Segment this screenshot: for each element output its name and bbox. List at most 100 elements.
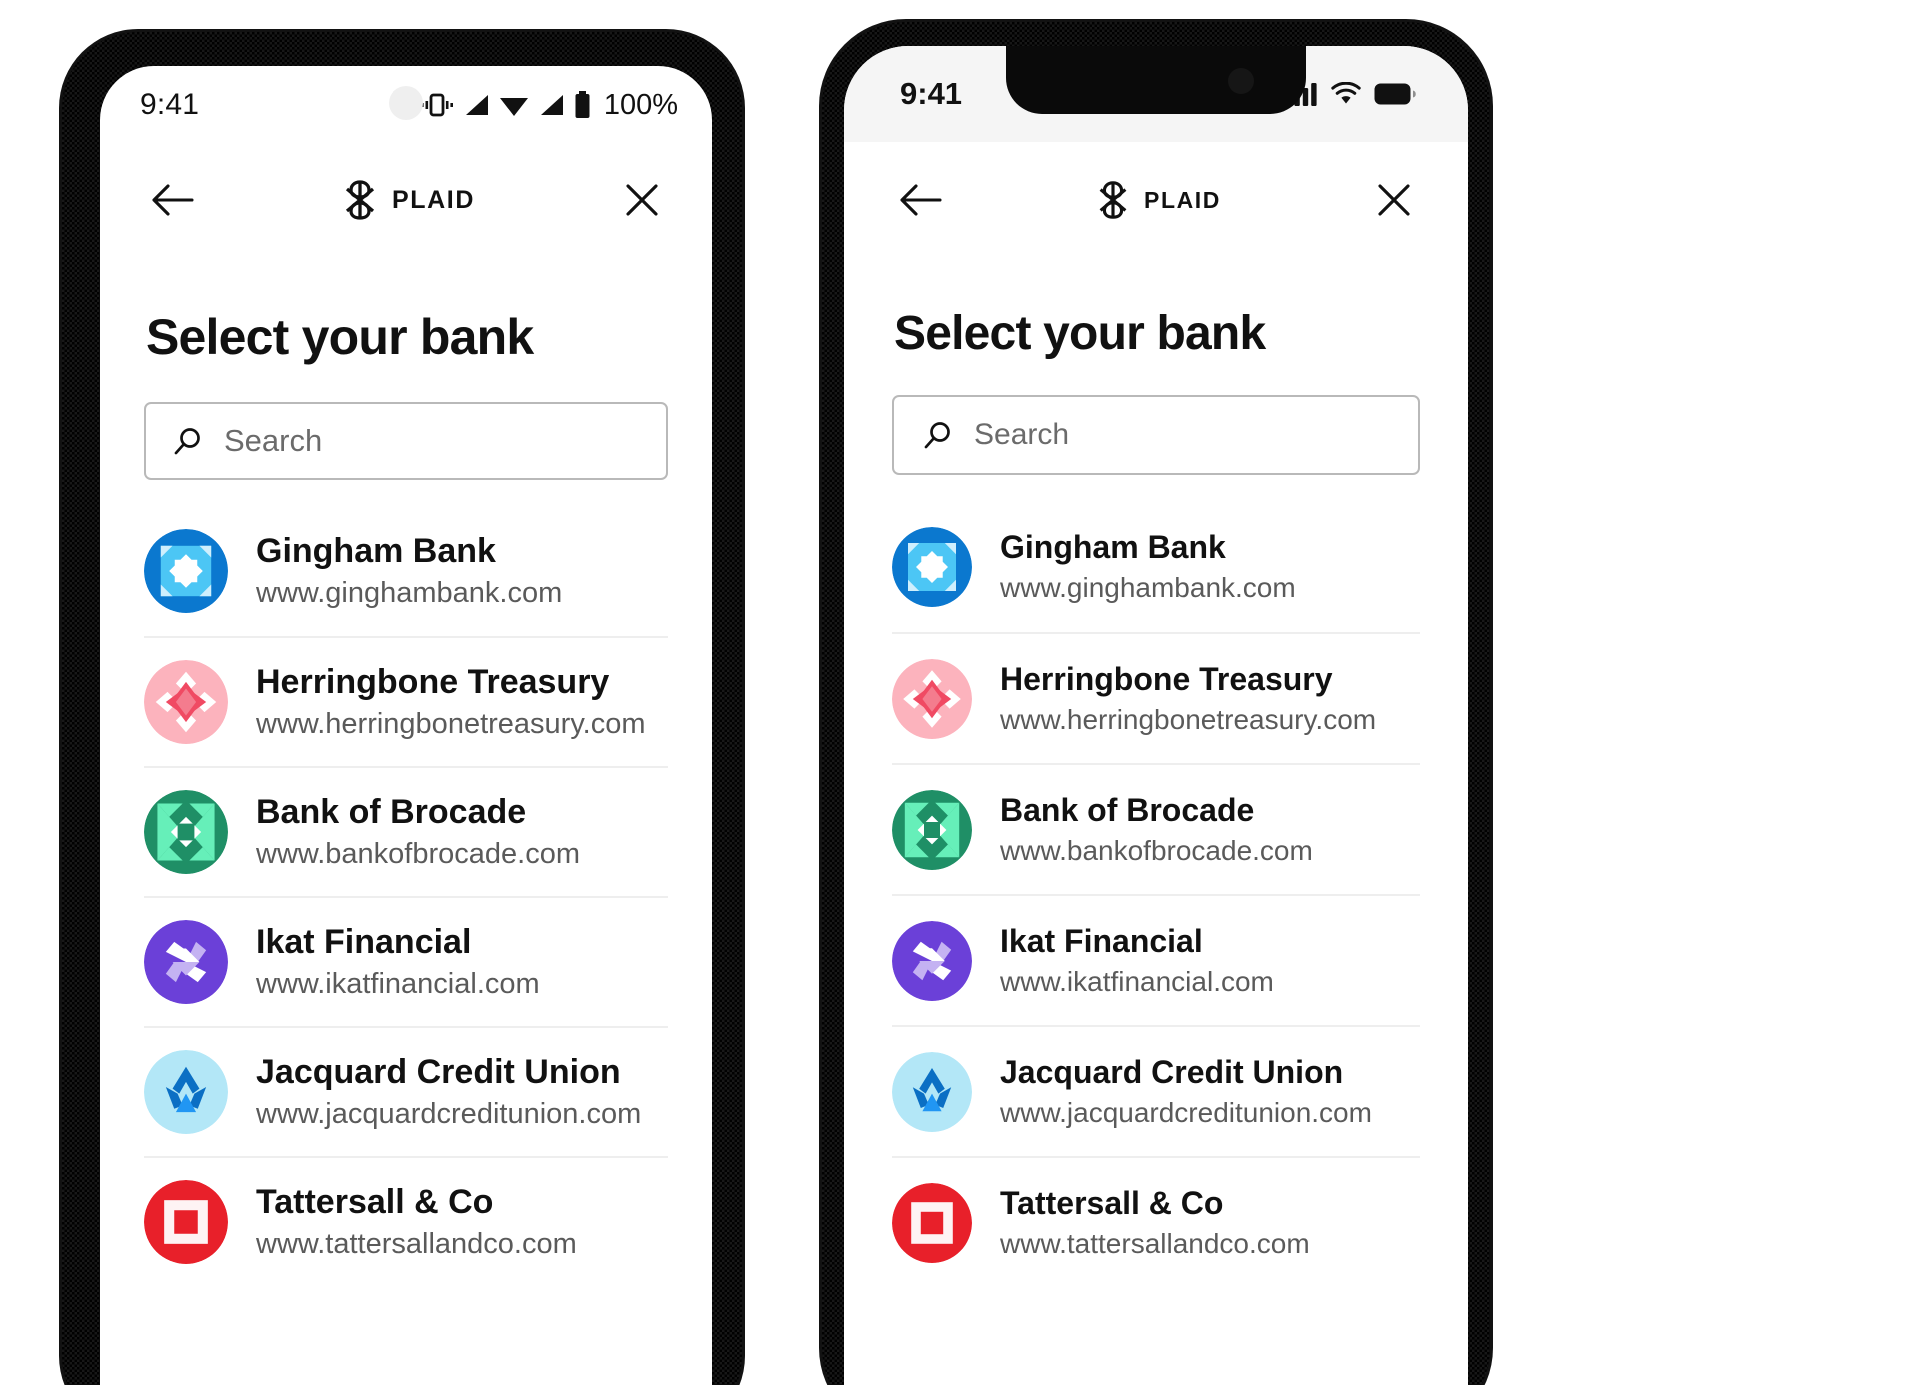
bank-list-item[interactable]: Gingham Bank www.ginghambank.com: [144, 506, 668, 636]
wifi-icon: [499, 93, 529, 117]
bank-name: Tattersall & Co: [256, 1183, 494, 1221]
bank-url: www.ikatfinancial.com: [1000, 966, 1274, 997]
bank-url: www.jacquardcreditunion.com: [1000, 1097, 1372, 1128]
status-time: 9:41: [900, 76, 963, 111]
wifi-icon: [1331, 82, 1361, 106]
battery-icon: [574, 91, 591, 119]
bank-name: Herringbone Treasury: [256, 663, 610, 701]
plaid-logo-icon: [339, 179, 381, 221]
bank-text: Gingham Bank www.ginghambank.com: [256, 532, 562, 610]
cellular-signal-icon: [463, 93, 490, 117]
vibrate-icon: [420, 91, 454, 119]
herringbone-logo-icon: [892, 658, 972, 739]
android-phone-mockup: 9:41 100% PLAID Select your bank Search …: [62, 32, 742, 1385]
bank-list-item[interactable]: Tattersall & Co www.tattersallandco.com: [892, 1156, 1420, 1287]
page-title: Select your bank: [894, 307, 1266, 360]
bank-text: Jacquard Credit Union www.jacquardcreditu…: [256, 1053, 641, 1131]
tattersall-logo-icon: [892, 1182, 972, 1263]
bank-text: Herringbone Treasury www.herringbonetreas…: [256, 663, 646, 741]
bank-list-item[interactable]: Bank of Brocade www.bankofbrocade.com: [144, 766, 668, 896]
bank-list-item[interactable]: Bank of Brocade www.bankofbrocade.com: [892, 763, 1420, 894]
bank-list-item[interactable]: Gingham Bank www.ginghambank.com: [892, 501, 1420, 632]
back-arrow-icon[interactable]: [892, 172, 948, 228]
status-icons: 100%: [389, 89, 678, 122]
screenshot-stage: 9:41 100% PLAID Select your bank Search …: [0, 0, 1920, 1385]
page-title: Select your bank: [146, 309, 534, 365]
bank-url: www.ginghambank.com: [1000, 572, 1296, 603]
ios-sheet-lip: [870, 142, 1442, 168]
ios-phone-mockup: 9:41 PLAID Select your bank Search Gingh…: [822, 22, 1490, 1385]
bank-text: Ikat Financial www.ikatfinancial.com: [256, 923, 540, 1001]
jacquard-logo-icon: [892, 1051, 972, 1132]
bank-url: www.ginghambank.com: [256, 577, 563, 609]
jacquard-logo-icon: [144, 1050, 228, 1134]
ios-screen: 9:41 PLAID Select your bank Search Gingh…: [844, 46, 1468, 1385]
bank-name: Bank of Brocade: [1000, 792, 1255, 828]
bank-url: www.bankofbrocade.com: [1000, 835, 1313, 866]
close-x-icon[interactable]: [614, 172, 670, 228]
bank-url: www.bankofbrocade.com: [256, 838, 580, 870]
tattersall-logo-icon: [144, 1180, 228, 1264]
search-input[interactable]: Search: [892, 395, 1420, 475]
bank-name: Ikat Financial: [256, 923, 472, 961]
bank-url: www.tattersallandco.com: [256, 1228, 577, 1260]
plaid-wordmark: PLAID: [1144, 186, 1221, 213]
search-icon: [922, 419, 954, 451]
bank-text: Jacquard Credit Union www.jacquardcreditu…: [1000, 1054, 1372, 1129]
bank-text: Ikat Financial www.ikatfinancial.com: [1000, 923, 1274, 998]
close-x-icon[interactable]: [1366, 172, 1422, 228]
bank-url: www.ikatfinancial.com: [256, 968, 540, 1000]
ios-notch: [1006, 46, 1306, 114]
ios-content: Select your bank Search Gingham Bank www…: [844, 306, 1468, 1287]
brocade-logo-icon: [144, 790, 228, 874]
gingham-logo-icon: [144, 529, 228, 613]
ikat-logo-icon: [892, 920, 972, 1001]
battery-icon: [1374, 83, 1416, 105]
bank-url: www.jacquardcreditunion.com: [256, 1098, 642, 1130]
bank-name: Ikat Financial: [1000, 923, 1203, 959]
plaid-brand: PLAID: [339, 179, 475, 221]
back-arrow-icon[interactable]: [144, 172, 200, 228]
search-input[interactable]: Search: [144, 402, 668, 480]
front-camera-dot: [389, 86, 423, 120]
search-placeholder: Search: [974, 418, 1070, 451]
ios-front-camera: [1228, 68, 1254, 94]
android-app-bar: PLAID: [100, 144, 712, 256]
bank-list-item[interactable]: Tattersall & Co www.tattersallandco.com: [144, 1156, 668, 1286]
bank-text: Herringbone Treasury www.herringbonetreas…: [1000, 661, 1376, 736]
plaid-wordmark: PLAID: [392, 185, 475, 214]
bank-list-item[interactable]: Herringbone Treasury www.herringbonetreas…: [892, 632, 1420, 763]
bank-text: Tattersall & Co www.tattersallandco.com: [256, 1183, 577, 1261]
bank-name: Gingham Bank: [256, 532, 496, 570]
herringbone-logo-icon: [144, 660, 228, 744]
bank-list-item[interactable]: Jacquard Credit Union www.jacquardcreditu…: [892, 1025, 1420, 1156]
gingham-logo-icon: [892, 526, 972, 607]
brocade-logo-icon: [892, 789, 972, 870]
bank-text: Gingham Bank www.ginghambank.com: [1000, 529, 1296, 604]
bank-list-item[interactable]: Ikat Financial www.ikatfinancial.com: [144, 896, 668, 1026]
bank-text: Bank of Brocade www.bankofbrocade.com: [1000, 792, 1313, 867]
bank-name: Jacquard Credit Union: [1000, 1054, 1344, 1090]
bank-name: Bank of Brocade: [256, 793, 527, 831]
search-icon: [172, 425, 204, 457]
status-time: 9:41: [140, 88, 200, 121]
android-content: Select your bank Search Gingham Bank www…: [100, 308, 712, 1286]
bank-url: www.herringbonetreasury.com: [256, 708, 646, 740]
bank-name: Herringbone Treasury: [1000, 661, 1333, 697]
android-screen: 9:41 100% PLAID Select your bank Search …: [100, 66, 712, 1385]
search-placeholder: Search: [224, 423, 323, 458]
bank-list-item[interactable]: Herringbone Treasury www.herringbonetreas…: [144, 636, 668, 766]
bank-name: Gingham Bank: [1000, 529, 1226, 565]
bank-text: Tattersall & Co www.tattersallandco.com: [1000, 1185, 1310, 1260]
bank-text: Bank of Brocade www.bankofbrocade.com: [256, 793, 580, 871]
bank-list-ios: Gingham Bank www.ginghambank.com Herringb…: [892, 501, 1420, 1287]
battery-percent: 100%: [603, 88, 678, 121]
android-status-bar: 9:41 100%: [100, 66, 712, 144]
cellular-signal-2-icon: [538, 93, 565, 117]
bank-list-android: Gingham Bank www.ginghambank.com Herringb…: [144, 506, 668, 1286]
ikat-logo-icon: [144, 920, 228, 1004]
plaid-logo-icon: [1093, 180, 1133, 220]
status-icons: [1286, 82, 1416, 106]
bank-list-item[interactable]: Jacquard Credit Union www.jacquardcreditu…: [144, 1026, 668, 1156]
bank-list-item[interactable]: Ikat Financial www.ikatfinancial.com: [892, 894, 1420, 1025]
